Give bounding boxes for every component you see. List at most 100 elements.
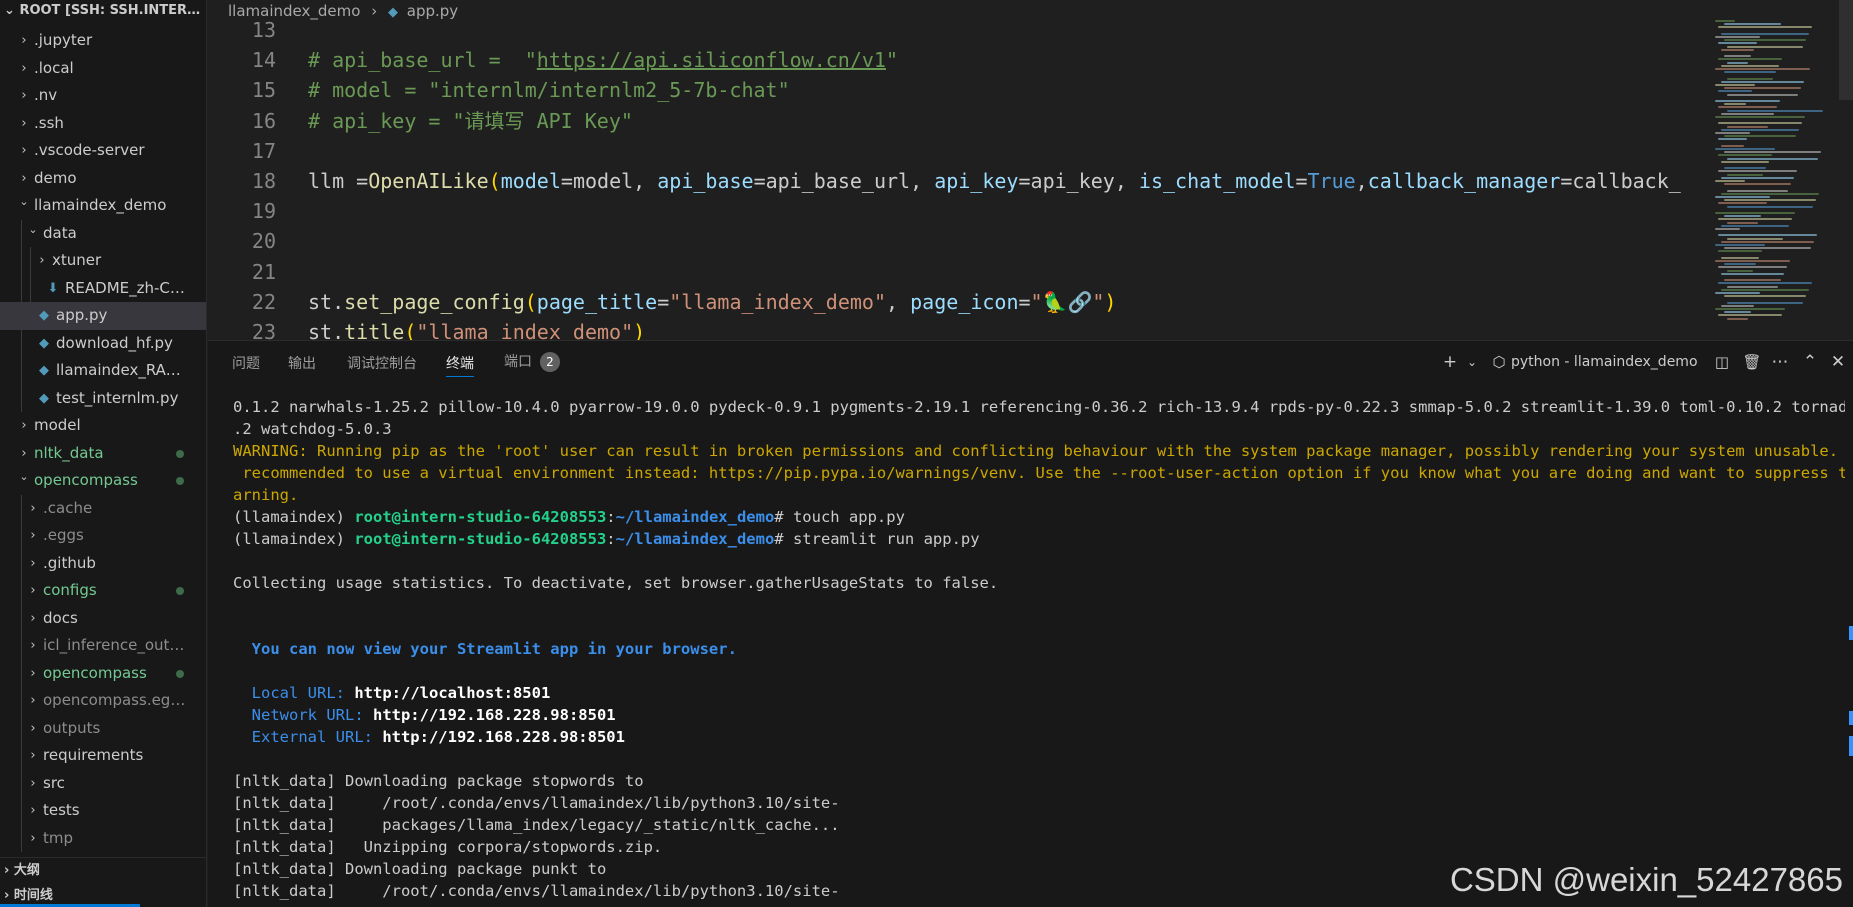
tree-item[interactable]: › .github xyxy=(0,549,206,577)
code-line[interactable]: 20 xyxy=(208,226,1715,256)
terminal[interactable]: 0.1.2 narwhals-1.25.2 pillow-10.4.0 pyar… xyxy=(233,396,1845,907)
tree-item[interactable]: ◆ llamaindex_RAG.py xyxy=(0,357,206,385)
minimap[interactable] xyxy=(1715,20,1833,330)
tree-item-label: tmp xyxy=(43,828,74,847)
minimap-line xyxy=(1721,176,1794,179)
code-line[interactable]: 21 xyxy=(208,257,1715,287)
tree-item[interactable]: › src xyxy=(0,769,206,797)
minimap-line xyxy=(1721,256,1759,259)
code-line[interactable]: 14 # api_base_url = "https://api.siliconf… xyxy=(208,45,1715,75)
tree-item-label: opencompass xyxy=(43,663,147,682)
panel-tab[interactable]: 端口 2 xyxy=(504,351,560,375)
tree-item[interactable]: › requirements xyxy=(0,742,206,770)
tree-item[interactable]: › .jupyter xyxy=(0,27,206,55)
tree-item[interactable]: ◆ test_internlm.py xyxy=(0,384,206,412)
terminal-text: # touch app.py xyxy=(774,508,905,526)
editor-scrollbar[interactable] xyxy=(1839,0,1853,100)
indent-guide xyxy=(21,742,22,770)
tree-item[interactable]: ◆ download_hf.py xyxy=(0,329,206,357)
code-line[interactable]: 19 xyxy=(208,196,1715,226)
terminal-text: recommended to use a virtual environment… xyxy=(233,464,1845,482)
tree-item[interactable]: › outputs xyxy=(0,714,206,742)
minimap-line xyxy=(1715,20,1735,22)
code-token: set_page_config xyxy=(344,289,525,314)
tree-item[interactable]: › opencompass.egg-i... xyxy=(0,687,206,715)
explorer-sidebar: ⌄ ROOT [SSH: SSH.INTERN-... › .jupyter › .l… xyxy=(0,0,207,907)
tree-item[interactable]: ◆ app.py xyxy=(0,302,206,330)
tree-item[interactable]: › .eggs xyxy=(0,522,206,550)
minimap-line xyxy=(1727,301,1803,304)
tree-item[interactable]: ⌄ data xyxy=(0,219,206,247)
code-line[interactable]: 18 llm =OpenAILike(model=model, api_base=… xyxy=(208,166,1715,196)
panel-tab-label: 输出 xyxy=(288,356,316,372)
tree-item[interactable]: › tests xyxy=(0,797,206,825)
minimap-line xyxy=(1721,48,1754,51)
tree-item[interactable]: › xtuner xyxy=(0,247,206,275)
close-icon[interactable]: ✕ xyxy=(1827,349,1849,375)
chevron-right-icon: › xyxy=(30,803,36,818)
chevron-down-icon: ⌄ xyxy=(19,470,29,483)
bottom-panel: 问题 输出 调试控制台 终端 端口 2 + ⌄ ⬡ python - llamaindex… xyxy=(208,340,1853,907)
code-line[interactable]: 22 st.set_page_config(page_title="llama_i… xyxy=(208,287,1715,317)
code-token: " xyxy=(885,48,899,73)
chevron-right-icon: › xyxy=(21,60,27,76)
panel-tab[interactable]: 调试控制台 xyxy=(347,353,417,377)
minimap-line xyxy=(1724,23,1781,26)
terminal-line: [nltk_data] packages/llama_index/legacy/… xyxy=(233,814,840,836)
tree-item[interactable]: › icl_inference_output xyxy=(0,632,206,660)
tree-item[interactable]: › opencompass xyxy=(0,659,206,687)
panel-tab[interactable]: 终端 xyxy=(446,353,474,377)
trash-icon[interactable]: 🗑 xyxy=(1741,349,1763,375)
tree-item-label: opencompass.egg-i... xyxy=(43,691,186,709)
tree-item[interactable]: ⬇ README_zh-CN.md xyxy=(0,274,206,302)
tree-item[interactable]: › configs xyxy=(0,577,206,605)
tree-item[interactable]: › .vscode-server xyxy=(0,137,206,165)
terminal-line: Network URL: http://192.168.228.98:8501 xyxy=(233,704,616,726)
code-line[interactable]: 13 xyxy=(208,18,1715,45)
minimap-line xyxy=(1718,202,1767,205)
outline-panel-header[interactable]: › 大纲 xyxy=(0,858,206,883)
split-icon[interactable]: ◫ xyxy=(1711,349,1733,375)
code-line[interactable]: 15 # model = "internlm/internlm2_5-7b-cha… xyxy=(208,75,1715,105)
panel-tab-label: 调试控制台 xyxy=(347,356,417,372)
tree-item[interactable]: › .ssh xyxy=(0,110,206,138)
tree-item[interactable]: › .local xyxy=(0,55,206,83)
tree-item[interactable]: › .cache xyxy=(0,494,206,522)
tree-item[interactable]: ⌄ llamaindex_demo xyxy=(0,192,206,220)
maximize-icon[interactable]: ⌃ xyxy=(1799,349,1821,375)
chevron-down-icon[interactable]: ⌄ xyxy=(1463,349,1481,375)
minimap-line xyxy=(1724,103,1746,106)
code-area[interactable]: 13 14 # api_base_url = "https://api.silico… xyxy=(208,18,1715,340)
tree-item-label: .github xyxy=(43,553,96,572)
plus-icon[interactable]: + xyxy=(1439,349,1461,375)
panel-tab[interactable]: 输出 xyxy=(288,353,316,377)
tree-item[interactable]: › tmp xyxy=(0,824,206,852)
timeline-label: 时间线 xyxy=(13,888,53,903)
code-editor[interactable]: llamaindex_demo › ◆ app.py 13 14 # api_bas… xyxy=(208,0,1853,340)
line-number: 15 xyxy=(251,78,276,103)
more-icon[interactable]: ⋯ xyxy=(1769,349,1791,375)
tree-item[interactable]: ⌄ opencompass xyxy=(0,467,206,495)
panel-tab[interactable]: 问题 xyxy=(232,353,260,377)
tree-item[interactable]: › docs xyxy=(0,604,206,632)
minimap-line xyxy=(1727,237,1783,240)
chevron-right-icon: › xyxy=(30,583,36,598)
tree-item-label: app.py xyxy=(56,306,108,324)
code-token: ( xyxy=(524,289,537,314)
explorer-root-header[interactable]: ⌄ ROOT [SSH: SSH.INTERN-... xyxy=(0,0,206,22)
code-line[interactable]: 17 xyxy=(208,136,1715,166)
terminal-icon: ⬡ xyxy=(1492,353,1506,371)
tree-item[interactable]: › demo xyxy=(0,165,206,193)
tree-item[interactable]: › model xyxy=(0,412,206,440)
minimap-line xyxy=(1724,135,1796,138)
code-line[interactable]: 16 # api_key = "请填写 API Key" xyxy=(208,106,1715,136)
chevron-right-icon: › xyxy=(21,170,27,186)
tree-item[interactable]: › nltk_data xyxy=(0,440,206,468)
code-line[interactable]: 23 st.title("llama_index_demo") xyxy=(208,317,1715,340)
terminal-name[interactable]: python - llamaindex_demo xyxy=(1511,349,1698,375)
tree-item[interactable]: › .nv xyxy=(0,82,206,110)
line-number: 14 xyxy=(251,48,276,73)
code-token: # model = "internlm/internlm2_5-7b-chat" xyxy=(308,78,790,103)
minimap-line xyxy=(1724,295,1806,298)
tree-item-label: configs xyxy=(43,581,97,599)
